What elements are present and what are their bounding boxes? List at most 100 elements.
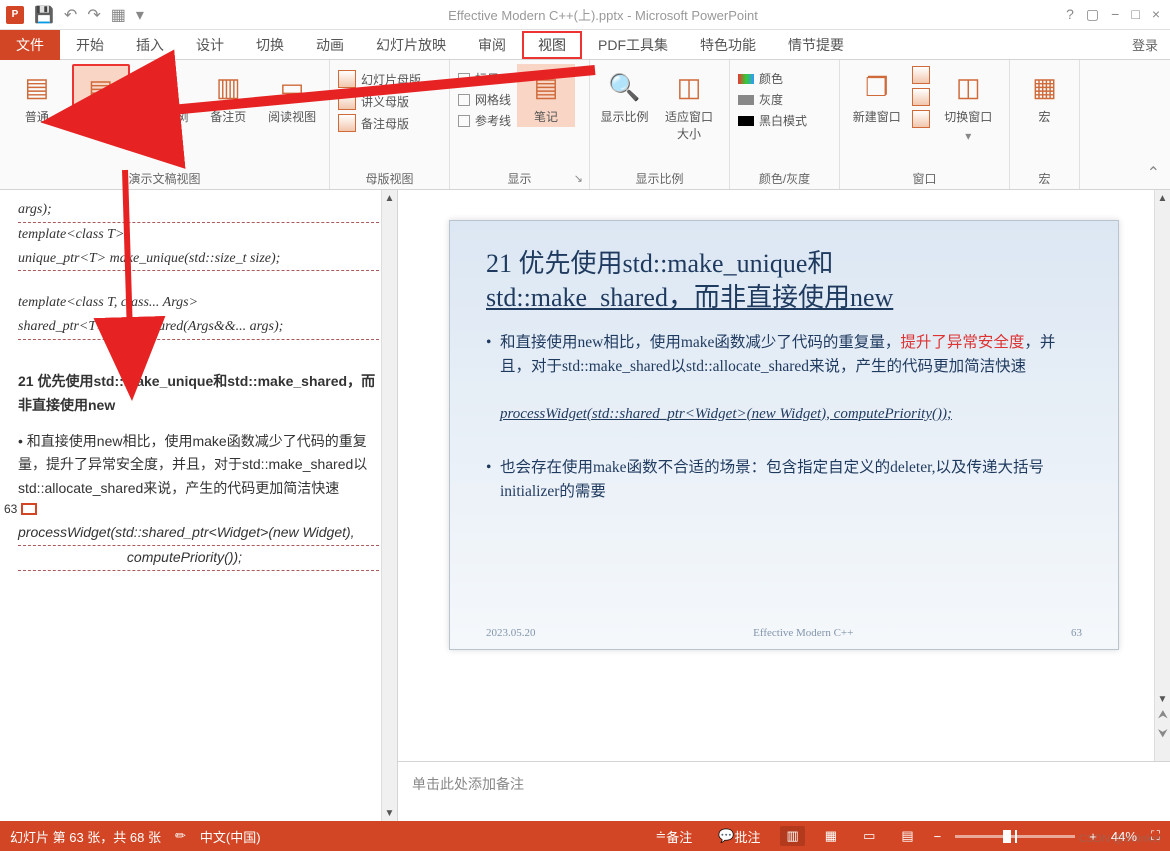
tab-animation[interactable]: 动画 xyxy=(300,31,360,59)
notes-master-button[interactable]: 备注母版 xyxy=(338,114,421,132)
blackwhite-button[interactable]: 黑白模式 xyxy=(738,112,807,129)
spellcheck-icon[interactable]: ✏ xyxy=(175,828,186,844)
ruler-checkbox[interactable]: 标尺 xyxy=(458,70,511,87)
group-zoom: 🔍显示比例 ◫适应窗口大小 显示比例 xyxy=(590,60,730,189)
outline-slide-heading: 21 优先使用std::make_unique和std::make_shared… xyxy=(18,370,379,418)
window-title: Effective Modern C++(上).pptx - Microsoft… xyxy=(150,5,1056,24)
notes-pane[interactable]: 单击此处添加备注 xyxy=(398,761,1170,821)
macros-button[interactable]: ▦宏 xyxy=(1018,64,1071,127)
outline-code: processWidget(std::shared_ptr<Widget>(ne… xyxy=(18,521,379,546)
handout-master-button[interactable]: 讲义母版 xyxy=(338,92,421,110)
notes-toggle[interactable]: ≐ 备注 xyxy=(649,825,698,848)
outline-text: template<class T, class... Args> xyxy=(18,291,379,315)
group-master-views: 幻灯片母版 讲义母版 备注母版 母版视图 xyxy=(330,60,450,189)
help-icon[interactable]: ? xyxy=(1066,6,1074,23)
collapse-ribbon-icon[interactable]: ⌃ xyxy=(1147,163,1160,183)
close-icon[interactable]: × xyxy=(1152,6,1160,23)
new-window-button[interactable]: ❐新建窗口 xyxy=(848,64,906,127)
arrange-all-icon[interactable] xyxy=(912,66,930,84)
zoom-slider[interactable] xyxy=(955,835,1075,838)
qat-menu-icon[interactable]: ▾ xyxy=(136,5,144,25)
tab-insert[interactable]: 插入 xyxy=(120,31,180,59)
window-controls: ? ▢ − □ × xyxy=(1056,6,1170,23)
slide-area: 21 优先使用std::make_unique和 std::make_share… xyxy=(398,190,1170,821)
outline-pane[interactable]: args); template<class T> unique_ptr<T> m… xyxy=(0,190,398,821)
move-split-icon[interactable] xyxy=(912,110,930,128)
outline-scrollbar[interactable]: ▲ ▼ xyxy=(381,190,397,821)
next-slide-icon[interactable]: ⮟ xyxy=(1158,726,1168,741)
comments-toggle[interactable]: 💬 批注 xyxy=(712,825,766,848)
tab-transition[interactable]: 切换 xyxy=(240,31,300,59)
group-label-show: 显示 xyxy=(458,166,581,187)
redo-icon[interactable]: ↷ xyxy=(87,5,100,25)
normal-view-icon[interactable]: ▥ xyxy=(780,826,804,846)
group-label-color: 颜色/灰度 xyxy=(738,166,831,187)
scroll-down-icon[interactable]: ▼ xyxy=(1155,691,1170,707)
group-show: 标尺 网格线 参考线 ▤笔记 显示 ↘ xyxy=(450,60,590,189)
cascade-icon[interactable] xyxy=(912,88,930,106)
tab-view[interactable]: 视图 xyxy=(522,31,582,59)
tab-featured[interactable]: 特色功能 xyxy=(684,31,772,59)
quick-access-toolbar: P 💾 ↶ ↷ ▦ ▾ xyxy=(0,5,150,25)
title-bar: P 💾 ↶ ↷ ▦ ▾ Effective Modern C++(上).pptx… xyxy=(0,0,1170,30)
group-window: ❐新建窗口 ◫切换窗口▾ 窗口 xyxy=(840,60,1010,189)
gridlines-checkbox[interactable]: 网格线 xyxy=(458,91,511,108)
group-label-window: 窗口 xyxy=(848,166,1001,187)
tab-file[interactable]: 文件 xyxy=(0,30,60,60)
outline-code: computePriority()); xyxy=(18,546,379,571)
slideshow-icon[interactable]: ▦ xyxy=(111,5,126,25)
tab-review[interactable]: 审阅 xyxy=(462,31,522,59)
slide-title: 21 优先使用std::make_unique和 std::make_share… xyxy=(486,247,1082,315)
color-button[interactable]: 颜色 xyxy=(738,70,807,87)
group-presentation-views: ▤普通 ▤大纲视图 ▦幻灯片浏览 ▥备注页 ▭阅读视图 演示文稿视图 xyxy=(0,60,330,189)
sorter-view-icon[interactable]: ▦ xyxy=(819,826,843,846)
maximize-icon[interactable]: □ xyxy=(1131,6,1139,23)
reading-view-icon[interactable]: ▭ xyxy=(857,826,881,846)
slide-master-button[interactable]: 幻灯片母版 xyxy=(338,70,421,88)
watermark: CSDN @dvlinker xyxy=(1079,833,1162,845)
tab-pdftools[interactable]: PDF工具集 xyxy=(582,31,684,59)
group-label-zoom: 显示比例 xyxy=(598,166,721,187)
tab-home[interactable]: 开始 xyxy=(60,31,120,59)
dialog-launcher-icon[interactable]: ↘ xyxy=(574,172,583,185)
guides-checkbox[interactable]: 参考线 xyxy=(458,112,511,129)
slide-footer: 2023.05.20 Effective Modern C++ 63 xyxy=(486,627,1082,639)
prev-slide-icon[interactable]: ⮝ xyxy=(1158,707,1168,722)
language-indicator[interactable]: 中文(中国) xyxy=(200,827,261,846)
tab-design[interactable]: 设计 xyxy=(180,31,240,59)
notes-page-button[interactable]: ▥备注页 xyxy=(199,64,257,127)
reading-view-button[interactable]: ▭阅读视图 xyxy=(263,64,321,127)
undo-icon[interactable]: ↶ xyxy=(64,5,77,25)
zoom-out-icon[interactable]: − xyxy=(934,829,942,844)
slide-scrollbar[interactable]: ▲ ▼ ⮝ ⮟ xyxy=(1154,190,1170,761)
slideshow-view-icon[interactable]: ▤ xyxy=(895,826,919,846)
status-bar: 幻灯片 第 63 张，共 68 张 ✏ 中文(中国) ≐ 备注 💬 批注 ▥ ▦… xyxy=(0,821,1170,851)
slide-preview: 21 优先使用std::make_unique和 std::make_share… xyxy=(449,220,1119,650)
tab-storyboard[interactable]: 情节提要 xyxy=(772,31,860,59)
powerpoint-app-icon: P xyxy=(6,6,24,24)
slide-bullet-1: 和直接使用new相比，使用make函数减少了代码的重复量，提升了异常安全度，并且… xyxy=(486,331,1082,379)
slide-sorter-button[interactable]: ▦幻灯片浏览 xyxy=(136,64,194,144)
grayscale-button[interactable]: 灰度 xyxy=(738,91,807,108)
ribbon-collapse-area: ⌃ xyxy=(1080,60,1170,189)
slide-bullet-2: 也会存在使用make函数不合适的场景：包含指定自定义的deleter,以及传递大… xyxy=(486,456,1082,504)
outline-view-button[interactable]: ▤大纲视图 xyxy=(72,64,130,131)
login-link[interactable]: 登录 xyxy=(1132,35,1170,54)
slide-canvas[interactable]: 21 优先使用std::make_unique和 std::make_share… xyxy=(398,190,1170,761)
outline-text: shared_ptr<T> make_shared(Args&&... args… xyxy=(18,315,379,340)
ribbon-options-icon[interactable]: ▢ xyxy=(1086,6,1099,23)
scroll-up-icon[interactable]: ▲ xyxy=(382,190,397,206)
zoom-button[interactable]: 🔍显示比例 xyxy=(598,64,651,127)
normal-view-button[interactable]: ▤普通 xyxy=(8,64,66,127)
scroll-down-icon[interactable]: ▼ xyxy=(382,805,397,821)
minimize-icon[interactable]: − xyxy=(1111,6,1119,23)
notes-button[interactable]: ▤笔记 xyxy=(517,64,575,127)
outline-text: unique_ptr<T> make_unique(std::size_t si… xyxy=(18,247,379,272)
fit-window-button[interactable]: ◫适应窗口大小 xyxy=(657,64,721,144)
save-icon[interactable]: 💾 xyxy=(34,5,54,25)
outline-slide-number: 63 xyxy=(4,502,37,516)
tab-slideshow[interactable]: 幻灯片放映 xyxy=(360,31,462,59)
group-label-master: 母版视图 xyxy=(338,166,441,187)
scroll-up-icon[interactable]: ▲ xyxy=(1155,190,1170,206)
switch-window-button[interactable]: ◫切换窗口▾ xyxy=(936,64,1001,145)
